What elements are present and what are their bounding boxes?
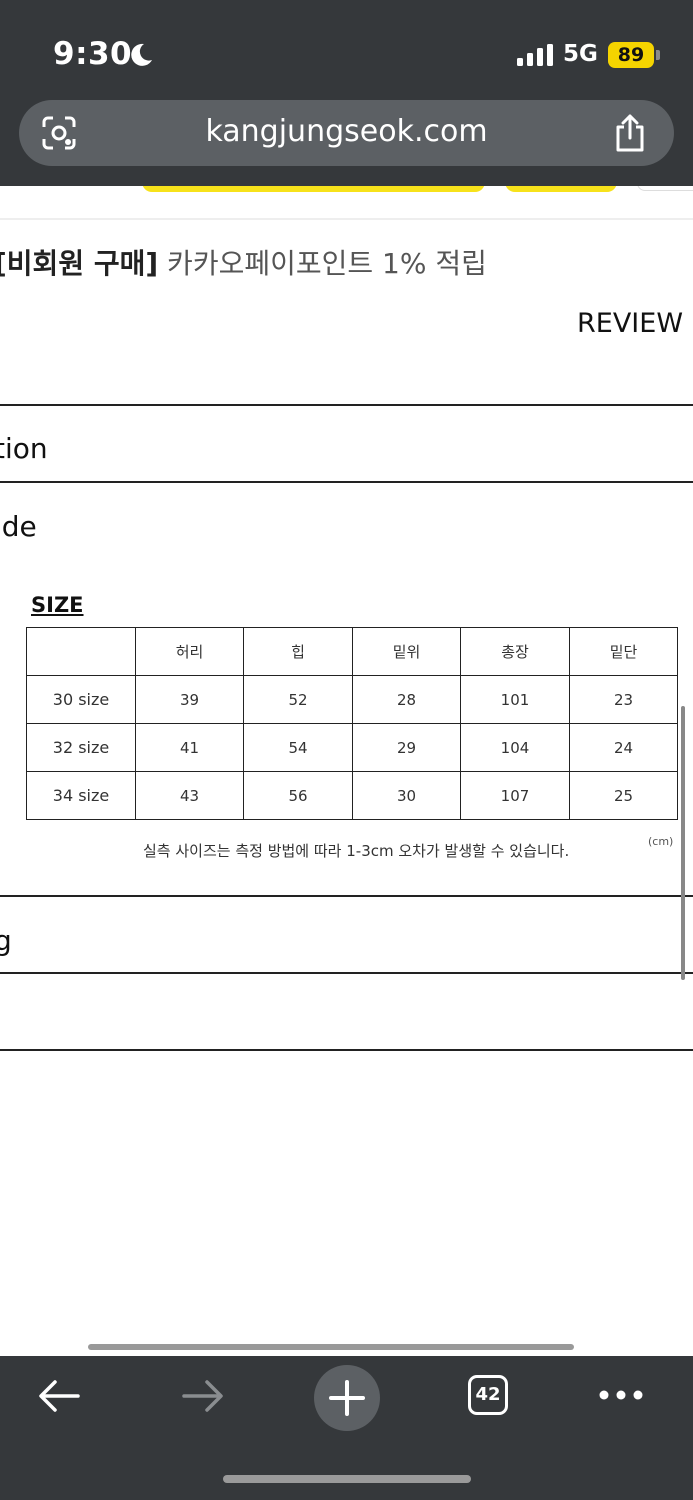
promo-text: [비회원 구매] 카카오페이포인트 1% 적립 bbox=[0, 242, 487, 282]
header-cell: 총장 bbox=[460, 627, 570, 676]
more-icon[interactable] bbox=[598, 1388, 644, 1402]
table-cell: 104 bbox=[460, 723, 570, 772]
header-cell: 힙 bbox=[243, 627, 353, 676]
table-cell: 39 bbox=[135, 675, 244, 724]
review-link[interactable]: REVIEW (0 bbox=[577, 308, 693, 339]
battery-tip bbox=[656, 50, 660, 60]
size-label-cell: 30 size bbox=[26, 675, 136, 724]
table-cell: 29 bbox=[352, 723, 461, 772]
unit-label: (cm) bbox=[648, 835, 674, 848]
network-label: 5G bbox=[563, 41, 598, 67]
size-note: 실측 사이즈는 측정 방법에 따라 1-3cm 오차가 발생할 수 있습니다. bbox=[143, 842, 570, 860]
top-bar: 9:30 5G 89 kangjungseok.com bbox=[0, 0, 693, 186]
section-description-tab[interactable]: tion bbox=[0, 432, 48, 465]
forward-arrow-icon[interactable] bbox=[180, 1376, 226, 1416]
table-cell: 54 bbox=[243, 723, 353, 772]
page-content: [비회원 구매] 카카오페이포인트 1% 적립 REVIEW (0 tion i… bbox=[0, 186, 693, 1356]
table-cell: 52 bbox=[243, 675, 353, 724]
divider bbox=[0, 218, 693, 220]
section-divider bbox=[0, 895, 693, 897]
table-cell: 28 bbox=[352, 675, 461, 724]
size-title: SIZE bbox=[31, 593, 84, 617]
size-label-cell: 32 size bbox=[26, 723, 136, 772]
section-size-guide-tab[interactable]: ide bbox=[0, 510, 37, 543]
horizontal-scrollbar[interactable] bbox=[88, 1344, 574, 1350]
back-arrow-icon[interactable] bbox=[36, 1376, 82, 1416]
bottom-toolbar: 42 bbox=[0, 1356, 693, 1500]
tab-count-button[interactable]: 42 bbox=[468, 1375, 508, 1415]
header-cell: 허리 bbox=[135, 627, 244, 676]
url-text[interactable]: kangjungseok.com bbox=[19, 114, 674, 149]
section-shipping-tab[interactable]: g bbox=[0, 924, 12, 957]
new-tab-button[interactable] bbox=[314, 1365, 380, 1431]
table-cell: 24 bbox=[569, 723, 678, 772]
address-bar[interactable]: kangjungseok.com bbox=[19, 100, 674, 166]
buy-now-button-edge[interactable] bbox=[142, 186, 485, 192]
signal-icon bbox=[517, 44, 553, 66]
table-cell: 101 bbox=[460, 675, 570, 724]
plus-icon bbox=[329, 1380, 365, 1416]
promo-detail: 카카오페이포인트 1% 적립 bbox=[158, 247, 487, 280]
header-cell: 밑위 bbox=[352, 627, 461, 676]
table-cell: 23 bbox=[569, 675, 678, 724]
table-cell: 25 bbox=[569, 771, 678, 820]
battery-indicator: 89 bbox=[608, 42, 654, 68]
section-divider bbox=[0, 481, 693, 483]
size-table: 허리 힙 밑위 총장 밑단 30 size 39 52 28 101 23 32… bbox=[26, 627, 678, 820]
table-row: 30 size 39 52 28 101 23 bbox=[26, 675, 678, 724]
promo-bold: [비회원 구매] bbox=[0, 247, 159, 280]
header-cell: 밑단 bbox=[569, 627, 678, 676]
vertical-scrollbar[interactable] bbox=[681, 706, 685, 980]
share-icon[interactable] bbox=[613, 113, 647, 153]
table-row: 34 size 43 56 30 107 25 bbox=[26, 771, 678, 820]
table-cell: 107 bbox=[460, 771, 570, 820]
table-cell: 43 bbox=[135, 771, 244, 820]
header-cell bbox=[26, 627, 136, 676]
moon-icon bbox=[131, 43, 152, 66]
table-header-row: 허리 힙 밑위 총장 밑단 bbox=[26, 627, 678, 676]
cart-button-edge[interactable] bbox=[505, 186, 617, 192]
status-time: 9:30 bbox=[53, 36, 133, 72]
table-cell: 56 bbox=[243, 771, 353, 820]
home-indicator bbox=[223, 1475, 471, 1483]
section-divider bbox=[0, 404, 693, 406]
size-label-cell: 34 size bbox=[26, 771, 136, 820]
section-divider bbox=[0, 1049, 693, 1051]
table-cell: 30 bbox=[352, 771, 461, 820]
section-divider bbox=[0, 972, 693, 974]
table-row: 32 size 41 54 29 104 24 bbox=[26, 723, 678, 772]
wishlist-button-edge[interactable] bbox=[637, 186, 693, 191]
table-cell: 41 bbox=[135, 723, 244, 772]
